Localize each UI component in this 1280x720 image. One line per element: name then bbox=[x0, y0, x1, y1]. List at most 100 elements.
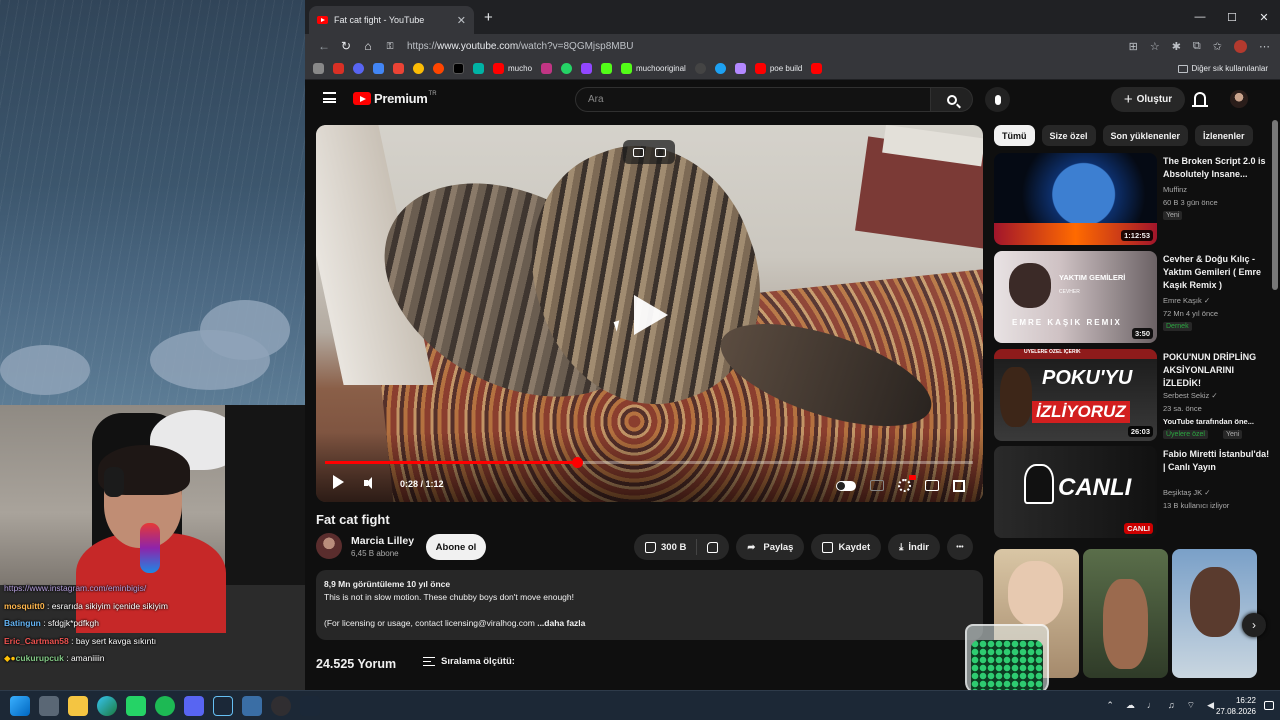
extensions-icon[interactable]: ✱ bbox=[1172, 40, 1181, 53]
minimize-button[interactable]: — bbox=[1184, 0, 1216, 34]
short-thumbnail[interactable] bbox=[1172, 549, 1257, 678]
bookmark-poe-build[interactable]: poe build bbox=[754, 63, 802, 74]
video-thumbnail[interactable]: CANLI CANLI bbox=[994, 446, 1157, 538]
whatsapp-icon[interactable] bbox=[561, 63, 573, 74]
microphone-icon[interactable]: ♩ bbox=[1147, 700, 1156, 711]
scrollbar[interactable] bbox=[1272, 120, 1278, 290]
close-window-button[interactable]: ✕ bbox=[1248, 0, 1280, 34]
fullscreen-icon[interactable] bbox=[953, 479, 965, 492]
bookmark-icon[interactable] bbox=[373, 63, 384, 74]
share-button[interactable]: ➦ Paylaş bbox=[736, 534, 805, 560]
bookmark-icon[interactable] bbox=[313, 63, 324, 74]
chrome-icon[interactable] bbox=[413, 63, 424, 74]
cloud-icon[interactable]: ☁ bbox=[1126, 700, 1135, 711]
windows-start-icon[interactable] bbox=[10, 696, 30, 716]
back-arrow-icon[interactable]: ← bbox=[313, 39, 335, 53]
voice-search-button[interactable] bbox=[985, 87, 1010, 112]
new-tab-button[interactable]: + bbox=[484, 9, 493, 26]
steam-icon[interactable] bbox=[300, 696, 320, 716]
video-thumbnail[interactable]: 1:12:53 bbox=[994, 153, 1157, 245]
notifications-bell-icon[interactable] bbox=[1192, 92, 1208, 107]
speaker-icon[interactable]: ♫ bbox=[1168, 700, 1175, 711]
dislike-button[interactable] bbox=[697, 541, 729, 553]
app-icon[interactable]: ⊞ bbox=[1129, 40, 1138, 53]
bookmark-icon[interactable] bbox=[694, 63, 706, 74]
recommended-video[interactable]: YAKTIM GEMİLERİ CEVHER EMRE KAŞIK REMIX … bbox=[994, 251, 1269, 343]
video-player[interactable]: 0:28 / 1:12 bbox=[316, 125, 983, 502]
account-avatar[interactable] bbox=[1230, 90, 1248, 108]
url-field[interactable]: https://www.youtube.com/watch?v=8QGMjsp8… bbox=[407, 41, 634, 52]
profile-icon[interactable] bbox=[1234, 39, 1247, 53]
settings-gear-icon[interactable] bbox=[898, 475, 916, 492]
favorites-icon[interactable]: ✩ bbox=[1213, 40, 1222, 53]
subtitles-icon[interactable] bbox=[870, 480, 884, 491]
reddit-icon[interactable] bbox=[433, 63, 444, 74]
big-play-icon[interactable] bbox=[634, 295, 668, 335]
spotify-icon[interactable] bbox=[155, 696, 175, 716]
bookmark-icon[interactable] bbox=[473, 63, 484, 74]
play-icon[interactable] bbox=[333, 475, 344, 489]
sort-comments-button[interactable]: Sıralama ölçütü: bbox=[423, 656, 515, 667]
progress-scrubber[interactable] bbox=[572, 457, 584, 468]
shorts-next-button[interactable]: › bbox=[1242, 613, 1266, 637]
twitch-icon[interactable] bbox=[581, 63, 593, 74]
wifi-icon[interactable]: ⌔ bbox=[1187, 700, 1195, 711]
steam-icon[interactable] bbox=[213, 696, 233, 716]
chip-watched[interactable]: İzlenenler bbox=[1195, 125, 1253, 146]
bookmark-muchooriginal[interactable]: muchooriginal bbox=[621, 63, 686, 74]
discord-icon[interactable] bbox=[184, 696, 204, 716]
app-icon[interactable] bbox=[242, 696, 262, 716]
subscribe-button[interactable]: Abone ol bbox=[426, 534, 486, 560]
chip-for-you[interactable]: Size özel bbox=[1041, 125, 1096, 146]
like-button[interactable]: 300 B bbox=[634, 539, 698, 555]
short-thumbnail[interactable] bbox=[1083, 549, 1168, 678]
video-thumbnail[interactable]: YAKTIM GEMİLERİ CEVHER EMRE KAŞIK REMIX … bbox=[994, 251, 1157, 343]
bookmark-icon[interactable] bbox=[714, 63, 726, 74]
volume-icon[interactable] bbox=[364, 477, 376, 489]
obs-icon[interactable] bbox=[271, 696, 291, 716]
volume-icon[interactable]: ◀ bbox=[1207, 700, 1214, 711]
maximize-button[interactable]: ☐ bbox=[1216, 0, 1248, 34]
theater-mode-icon[interactable] bbox=[925, 480, 939, 491]
tab-youtube[interactable]: Fat cat fight - YouTube ✕ bbox=[309, 6, 474, 34]
channel-name[interactable]: Marcia Lilley bbox=[351, 535, 414, 547]
file-explorer-icon[interactable] bbox=[68, 696, 88, 716]
lock-icon[interactable]: ⚿ bbox=[379, 41, 401, 52]
recommended-video[interactable]: CANLI CANLI Fabio Miretti İstanbul'da! |… bbox=[994, 446, 1269, 538]
channel-avatar[interactable] bbox=[316, 533, 342, 559]
progress-bar[interactable] bbox=[325, 457, 973, 468]
search-button[interactable] bbox=[931, 87, 973, 112]
download-button[interactable]: ⤓ İndir bbox=[888, 534, 940, 560]
bookmark-mucho[interactable]: mucho bbox=[493, 63, 532, 74]
autoplay-toggle[interactable] bbox=[836, 480, 856, 491]
show-more-link[interactable]: ...daha fazla bbox=[537, 618, 585, 628]
chip-all[interactable]: Tümü bbox=[994, 125, 1035, 146]
notifications-icon[interactable] bbox=[1264, 701, 1274, 710]
menu-icon[interactable] bbox=[323, 92, 336, 103]
chevron-up-icon[interactable]: ⌃ bbox=[1106, 700, 1114, 711]
kick-icon[interactable] bbox=[601, 63, 613, 74]
more-actions-button[interactable]: ••• bbox=[946, 534, 973, 560]
description-box[interactable]: 8,9 Mn görüntüleme 10 yıl önce This is n… bbox=[316, 570, 983, 640]
bookmark-icon[interactable] bbox=[333, 63, 344, 74]
whatsapp-icon[interactable] bbox=[126, 696, 146, 716]
instagram-icon[interactable] bbox=[541, 63, 553, 74]
chip-recently-uploaded[interactable]: Son yüklenenler bbox=[1102, 125, 1189, 146]
edge-icon[interactable] bbox=[97, 696, 117, 716]
pen-icon[interactable] bbox=[734, 63, 746, 74]
other-bookmarks[interactable]: Diğer sık kullanılanlar bbox=[1177, 64, 1268, 73]
youtube-premium-logo[interactable]: Premium TR bbox=[353, 91, 437, 106]
video-thumbnail[interactable]: ÜYELERE ÖZEL İÇERİK POKU'YU İZLİYORUZ 26… bbox=[994, 349, 1157, 441]
split-screen-icon[interactable]: ⧉ bbox=[1193, 40, 1201, 53]
tab-close-icon[interactable]: ✕ bbox=[457, 14, 466, 27]
star-icon[interactable]: ☆ bbox=[1150, 40, 1160, 53]
youtube-icon[interactable] bbox=[811, 63, 823, 74]
save-button[interactable]: Kaydet bbox=[811, 534, 882, 560]
reload-icon[interactable]: ↻ bbox=[335, 39, 357, 53]
cast-icon[interactable] bbox=[654, 147, 666, 157]
recommended-video[interactable]: ÜYELERE ÖZEL İÇERİK POKU'YU İZLİYORUZ 26… bbox=[994, 349, 1269, 441]
search-input[interactable]: Ara bbox=[575, 87, 931, 112]
create-button[interactable]: + Oluştur bbox=[1111, 87, 1185, 112]
miniplayer-icon[interactable] bbox=[632, 147, 644, 157]
discord-icon[interactable] bbox=[353, 63, 364, 74]
